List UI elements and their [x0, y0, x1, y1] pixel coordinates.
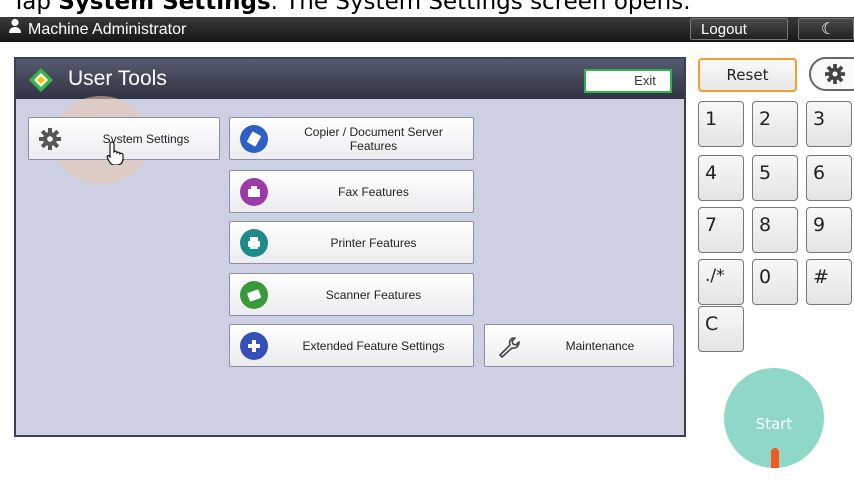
copier-features-button[interactable]: Copier / Document Server Features	[229, 117, 474, 160]
wrench-icon	[497, 334, 521, 361]
scanner-features-label: Scanner Features	[325, 287, 422, 302]
settings-button[interactable]	[809, 57, 854, 91]
energy-saver-button[interactable]: ☾	[798, 18, 854, 40]
maintenance-label: Maintenance	[565, 338, 635, 353]
key-3[interactable]: 3	[806, 101, 852, 147]
person-icon	[8, 17, 22, 42]
key-9[interactable]: 9	[806, 207, 852, 253]
key-hash[interactable]: #	[806, 259, 852, 305]
gear-icon	[39, 128, 61, 153]
fax-features-label: Fax Features	[338, 184, 409, 199]
logout-button[interactable]: Logout	[690, 18, 788, 40]
user-indicator: Machine Administrator	[8, 17, 186, 42]
gear-icon	[825, 64, 845, 88]
panel-header: User Tools Exit	[16, 59, 684, 99]
pointer-hand-icon	[106, 141, 124, 169]
printer-features-label: Printer Features	[330, 235, 417, 250]
fax-features-button[interactable]: Fax Features	[229, 170, 474, 213]
key-2[interactable]: 2	[752, 101, 798, 147]
key-4[interactable]: 4	[698, 155, 744, 201]
system-settings-button[interactable]: System Settings	[28, 117, 220, 160]
key-slash-star[interactable]: ./*	[698, 259, 744, 305]
extended-feature-settings-label: Extended Feature Settings	[302, 338, 445, 353]
user-name: Machine Administrator	[28, 21, 187, 38]
extended-features-icon	[240, 332, 268, 360]
fax-icon	[240, 178, 268, 206]
scanner-features-button[interactable]: Scanner Features	[229, 273, 474, 316]
top-bar: Machine Administrator Logout ☾	[0, 17, 854, 42]
key-6[interactable]: 6	[806, 155, 852, 201]
system-settings-label: System Settings	[102, 131, 190, 146]
start-indicator-light	[771, 448, 779, 468]
instruction-caption: Tap System Settings. The System Settings…	[0, 0, 854, 17]
exit-button[interactable]: Exit	[584, 69, 672, 93]
printer-icon	[240, 229, 268, 257]
page-title: User Tools	[68, 67, 167, 90]
key-7[interactable]: 7	[698, 207, 744, 253]
key-clear[interactable]: C	[698, 306, 744, 352]
diamond-logo-icon	[28, 67, 54, 97]
extended-feature-settings-button[interactable]: Extended Feature Settings	[229, 324, 474, 367]
maintenance-button[interactable]: Maintenance	[484, 324, 674, 367]
scanner-icon	[240, 281, 268, 309]
key-0[interactable]: 0	[752, 259, 798, 305]
key-1[interactable]: 1	[698, 101, 744, 147]
copier-features-label: Copier / Document Server Features	[304, 124, 443, 153]
caption-bold: System Settings	[58, 0, 271, 15]
moon-icon: ☾	[821, 19, 836, 38]
key-8[interactable]: 8	[752, 207, 798, 253]
reset-button[interactable]: Reset	[698, 58, 797, 92]
copier-icon	[240, 125, 268, 153]
key-5[interactable]: 5	[752, 155, 798, 201]
printer-features-button[interactable]: Printer Features	[229, 221, 474, 264]
